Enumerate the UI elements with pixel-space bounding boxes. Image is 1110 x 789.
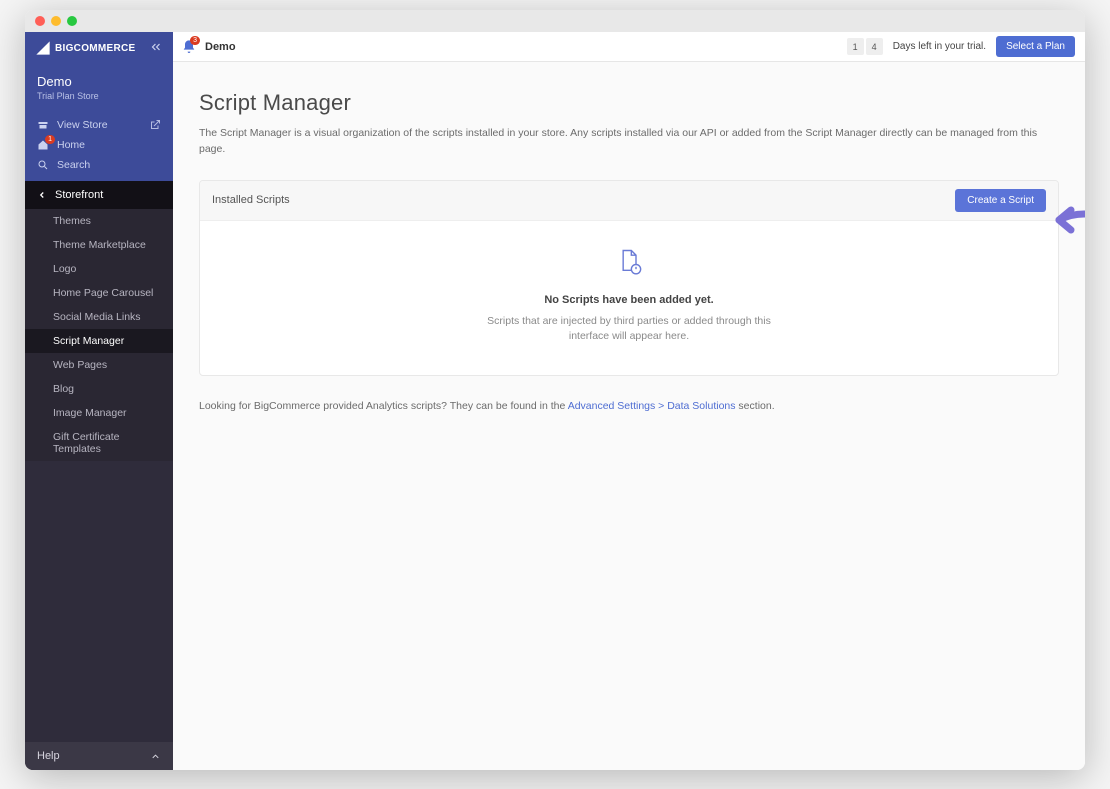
app-window: BIGCOMMERCE Demo Trial Plan Store View S… — [25, 10, 1085, 770]
notifications-button[interactable]: 3 — [181, 39, 197, 55]
sidebar-item-theme-marketplace[interactable]: Theme Marketplace — [25, 233, 173, 257]
search-icon — [37, 159, 49, 171]
empty-state-icon — [615, 247, 643, 280]
installed-scripts-card: Installed Scripts Create a Script No Scr… — [199, 180, 1059, 377]
page-description: The Script Manager is a visual organizat… — [199, 126, 1059, 158]
view-store-label: View Store — [57, 119, 108, 131]
close-window-icon[interactable] — [35, 16, 45, 26]
sidebar-item-search[interactable]: Search — [25, 155, 173, 175]
mac-titlebar — [25, 10, 1085, 32]
brand-logo[interactable]: BIGCOMMERCE — [35, 40, 136, 56]
topbar: 3 Demo 1 4 Days left in your trial. Sele… — [173, 32, 1085, 62]
create-script-button[interactable]: Create a Script — [955, 189, 1046, 212]
sidebar-item-home-page-carousel[interactable]: Home Page Carousel — [25, 281, 173, 305]
sidebar: BIGCOMMERCE Demo Trial Plan Store View S… — [25, 32, 173, 770]
select-plan-button[interactable]: Select a Plan — [996, 36, 1075, 57]
brand-text: BIGCOMMERCE — [55, 43, 136, 54]
empty-state-subtitle: Scripts that are injected by third parti… — [469, 314, 789, 346]
sidebar-item-home[interactable]: 1 Home — [25, 135, 173, 155]
document-alert-icon — [615, 247, 643, 275]
trial-day-digit: 1 — [847, 38, 864, 55]
topbar-store-name: Demo — [205, 41, 236, 53]
footnote-after: section. — [736, 400, 775, 412]
card-header-title: Installed Scripts — [212, 194, 290, 206]
home-label: Home — [57, 139, 85, 151]
bigcommerce-logo-icon — [35, 40, 51, 56]
section-label: Storefront — [55, 189, 103, 201]
sidebar-item-web-pages[interactable]: Web Pages — [25, 353, 173, 377]
search-label: Search — [57, 159, 90, 171]
sidebar-item-image-manager[interactable]: Image Manager — [25, 401, 173, 425]
page-content: Script Manager The Script Manager is a v… — [173, 62, 1085, 770]
sidebar-item-logo[interactable]: Logo — [25, 257, 173, 281]
trial-day-digit: 4 — [866, 38, 883, 55]
help-label: Help — [37, 750, 60, 762]
store-info[interactable]: Demo Trial Plan Store — [25, 64, 173, 113]
trial-days-text: Days left in your trial. — [893, 41, 986, 52]
sidebar-item-themes[interactable]: Themes — [25, 209, 173, 233]
chevron-left-icon — [37, 190, 47, 200]
sidebar-item-social-media-links[interactable]: Social Media Links — [25, 305, 173, 329]
maximize-window-icon[interactable] — [67, 16, 77, 26]
empty-state-title: No Scripts have been added yet. — [220, 294, 1038, 306]
minimize-window-icon[interactable] — [51, 16, 61, 26]
sidebar-item-blog[interactable]: Blog — [25, 377, 173, 401]
store-plan: Trial Plan Store — [37, 91, 161, 101]
sidebar-section-storefront[interactable]: Storefront — [25, 181, 173, 209]
sidebar-submenu: ThemesTheme MarketplaceLogoHome Page Car… — [25, 209, 173, 461]
sidebar-collapse-button[interactable] — [149, 40, 163, 57]
advanced-settings-link[interactable]: Advanced Settings > Data Solutions — [568, 400, 736, 412]
store-icon — [37, 119, 49, 131]
analytics-footnote: Looking for BigCommerce provided Analyti… — [199, 400, 1059, 412]
chevron-double-left-icon — [149, 40, 163, 54]
chevron-up-icon — [150, 751, 161, 762]
sidebar-item-view-store[interactable]: View Store — [25, 115, 173, 135]
main-area: 3 Demo 1 4 Days left in your trial. Sele… — [173, 32, 1085, 770]
external-link-icon — [149, 119, 161, 131]
sidebar-item-gift-certificate-templates[interactable]: Gift Certificate Templates — [25, 425, 173, 461]
home-badge: 1 — [45, 135, 55, 144]
notifications-badge: 3 — [190, 36, 200, 45]
store-name: Demo — [37, 74, 161, 89]
page-title: Script Manager — [199, 90, 1059, 116]
trial-days-counter: 1 4 — [847, 38, 883, 55]
sidebar-help[interactable]: Help — [25, 742, 173, 770]
sidebar-item-script-manager[interactable]: Script Manager — [25, 329, 173, 353]
footnote-before: Looking for BigCommerce provided Analyti… — [199, 400, 568, 412]
